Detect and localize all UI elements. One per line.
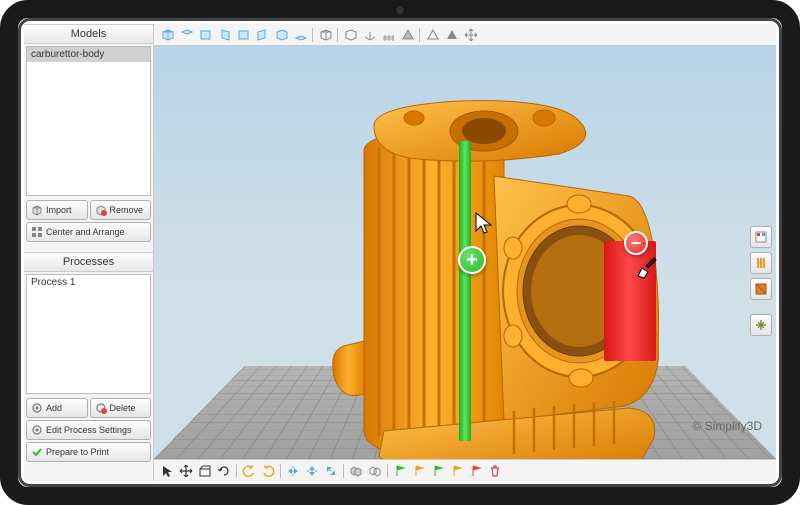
trash-icon[interactable] bbox=[486, 462, 504, 480]
wireframe-cube-icon[interactable] bbox=[341, 26, 359, 44]
view-bottom-icon[interactable] bbox=[291, 26, 309, 44]
app-window: Models carburettor-body Import Remove Ce… bbox=[24, 24, 776, 481]
view-top-icon[interactable] bbox=[177, 26, 195, 44]
right-toolbar bbox=[750, 226, 772, 336]
edit-process-button[interactable]: Edit Process Settings bbox=[26, 420, 151, 440]
cross-section-icon[interactable] bbox=[750, 278, 772, 300]
toolbar-separator bbox=[312, 28, 313, 42]
redo-icon[interactable] bbox=[259, 462, 277, 480]
models-list[interactable]: carburettor-body bbox=[26, 46, 151, 196]
gear-icon bbox=[31, 424, 43, 436]
toolbar-separator bbox=[236, 464, 237, 478]
support-panel-icon[interactable] bbox=[750, 252, 772, 274]
ungroup-icon[interactable] bbox=[366, 462, 384, 480]
support-remove-region bbox=[604, 241, 656, 361]
view-left-icon[interactable] bbox=[253, 26, 271, 44]
gear-add-icon bbox=[31, 402, 43, 414]
toolbar-separator bbox=[337, 28, 338, 42]
move-tool-icon[interactable] bbox=[177, 462, 195, 480]
shading-icon[interactable] bbox=[398, 26, 416, 44]
list-item[interactable]: carburettor-body bbox=[27, 47, 150, 62]
add-button[interactable]: Add bbox=[26, 398, 88, 418]
solid-icon[interactable] bbox=[442, 26, 460, 44]
toolbar-separator bbox=[343, 464, 344, 478]
support-add-region bbox=[459, 141, 471, 441]
gear-delete-icon bbox=[95, 402, 107, 414]
grid-icon[interactable] bbox=[379, 26, 397, 44]
settings-panel-icon[interactable] bbox=[750, 226, 772, 248]
remove-support-badge-icon: − bbox=[624, 231, 648, 255]
top-toolbar bbox=[154, 24, 776, 46]
view-side-icon[interactable] bbox=[215, 26, 233, 44]
import-label: Import bbox=[46, 205, 72, 215]
select-tool-icon[interactable] bbox=[158, 462, 176, 480]
normals-icon[interactable] bbox=[423, 26, 441, 44]
flag-1-icon[interactable] bbox=[391, 462, 409, 480]
scale-tool-icon[interactable] bbox=[196, 462, 214, 480]
cube-icon bbox=[31, 204, 43, 216]
check-icon bbox=[31, 446, 43, 458]
view-iso-icon[interactable] bbox=[158, 26, 176, 44]
view-back-icon[interactable] bbox=[234, 26, 252, 44]
flag-4-icon[interactable] bbox=[448, 462, 466, 480]
models-section: Models carburettor-body Import Remove Ce… bbox=[24, 24, 153, 244]
left-panel: Models carburettor-body Import Remove Ce… bbox=[24, 24, 154, 481]
edit-label: Edit Process Settings bbox=[46, 425, 132, 435]
remove-button[interactable]: Remove bbox=[90, 200, 152, 220]
flag-3-icon[interactable] bbox=[429, 462, 447, 480]
webcam-icon bbox=[393, 6, 407, 14]
viewport-area: + − © Simplify3D bbox=[154, 24, 776, 481]
toolbar-separator bbox=[419, 28, 420, 42]
add-support-badge-icon: + bbox=[458, 246, 486, 274]
toolbar-separator bbox=[280, 464, 281, 478]
model-carburettor[interactable] bbox=[329, 76, 659, 459]
prepare-label: Prepare to Print bbox=[46, 447, 109, 457]
processes-header: Processes bbox=[24, 252, 153, 272]
cube-remove-icon bbox=[95, 204, 107, 216]
delete-label: Delete bbox=[110, 403, 136, 413]
wireframe-icon[interactable] bbox=[316, 26, 334, 44]
group-icon[interactable] bbox=[347, 462, 365, 480]
flag-5-icon[interactable] bbox=[467, 462, 485, 480]
3d-viewport[interactable]: + − © Simplify3D bbox=[154, 46, 776, 459]
axis-icon[interactable] bbox=[360, 26, 378, 44]
mirror-z-icon[interactable] bbox=[322, 462, 340, 480]
remove-label: Remove bbox=[110, 205, 144, 215]
undo-icon[interactable] bbox=[240, 462, 258, 480]
watermark: © Simplify3D bbox=[692, 419, 762, 433]
flag-2-icon[interactable] bbox=[410, 462, 428, 480]
models-header: Models bbox=[24, 24, 153, 44]
list-item[interactable]: Process 1 bbox=[27, 275, 150, 290]
machine-control-icon[interactable] bbox=[750, 314, 772, 336]
processes-list[interactable]: Process 1 bbox=[26, 274, 151, 394]
arrange-icon bbox=[31, 226, 43, 238]
toolbar-separator bbox=[387, 464, 388, 478]
bottom-toolbar bbox=[154, 459, 776, 481]
import-button[interactable]: Import bbox=[26, 200, 88, 220]
rotate-tool-icon[interactable] bbox=[215, 462, 233, 480]
view-right-icon[interactable] bbox=[272, 26, 290, 44]
delete-button[interactable]: Delete bbox=[90, 398, 152, 418]
mirror-y-icon[interactable] bbox=[303, 462, 321, 480]
center-label: Center and Arrange bbox=[46, 227, 125, 237]
add-label: Add bbox=[46, 403, 62, 413]
move-icon[interactable] bbox=[461, 26, 479, 44]
main-area: Models carburettor-body Import Remove Ce… bbox=[24, 24, 776, 481]
prepare-print-button[interactable]: Prepare to Print bbox=[26, 442, 151, 462]
center-arrange-button[interactable]: Center and Arrange bbox=[26, 222, 151, 242]
mirror-x-icon[interactable] bbox=[284, 462, 302, 480]
processes-section: Processes Process 1 Add Delete Edit Proc… bbox=[24, 252, 153, 464]
view-front-icon[interactable] bbox=[196, 26, 214, 44]
